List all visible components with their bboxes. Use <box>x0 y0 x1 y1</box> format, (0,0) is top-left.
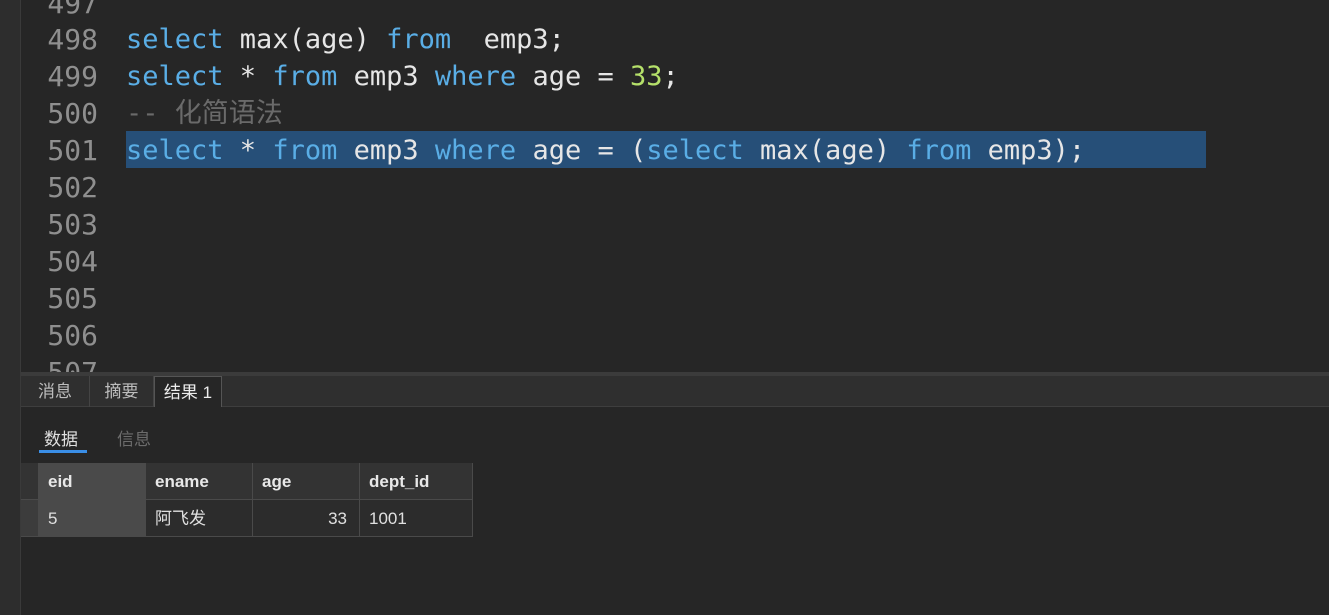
keyword: where <box>434 135 517 166</box>
column-header-dept-id[interactable]: dept_id <box>360 463 473 500</box>
left-panel-edge <box>0 0 21 615</box>
line-number: 497 <box>47 0 98 20</box>
keyword: from <box>386 24 452 55</box>
comment-text: -- 化简语法 <box>126 98 283 129</box>
keyword: from <box>906 135 972 166</box>
code-text: age = ( <box>516 135 647 166</box>
code-line-501[interactable]: select * from emp3 where age = (select m… <box>126 132 1085 169</box>
line-number: 506 <box>47 319 98 352</box>
row-header-corner <box>21 463 39 500</box>
sql-editor[interactable]: 497 498 499 500 501 502 503 504 505 506 … <box>21 0 1329 372</box>
keyword: where <box>434 61 517 92</box>
keyword: select <box>126 61 224 92</box>
cell-dept-id[interactable]: 1001 <box>360 500 473 537</box>
keyword: from <box>272 135 338 166</box>
code-text: max(age) <box>223 24 387 55</box>
column-header-ename[interactable]: ename <box>146 463 253 500</box>
keyword: from <box>272 61 338 92</box>
code-text: emp3; <box>451 24 565 55</box>
code-text: * <box>223 61 273 92</box>
code-line-500[interactable]: -- 化简语法 <box>126 95 283 132</box>
line-number: 505 <box>47 282 98 315</box>
code-text: ; <box>662 61 679 92</box>
subtab-data[interactable]: 数据 <box>44 425 78 450</box>
grid-header-row: eid ename age dept_id <box>21 463 473 500</box>
code-text: emp3); <box>971 135 1086 166</box>
result-tab-bar: 消息 摘要 结果 1 <box>21 376 1329 407</box>
keyword: select <box>126 135 224 166</box>
row-selector[interactable] <box>21 500 39 537</box>
line-number: 500 <box>47 97 98 130</box>
line-number: 504 <box>47 245 98 278</box>
keyword: select <box>646 135 744 166</box>
column-header-eid[interactable]: eid <box>39 463 146 500</box>
number-literal: 33 <box>629 61 663 92</box>
line-number: 503 <box>47 208 98 241</box>
keyword: select <box>126 24 224 55</box>
table-row[interactable]: 5 阿飞发 33 1001 <box>21 500 473 537</box>
tab-summary[interactable]: 摘要 <box>90 376 154 407</box>
line-number-gutter: 497 498 499 500 501 502 503 504 505 506 … <box>21 0 105 372</box>
code-line-498[interactable]: select max(age) from emp3; <box>126 21 565 58</box>
code-line-499[interactable]: select * from emp3 where age = 33; <box>126 58 679 95</box>
tab-messages[interactable]: 消息 <box>21 376 90 407</box>
code-text: * <box>223 135 273 166</box>
cell-ename[interactable]: 阿飞发 <box>146 500 253 537</box>
line-number: 507 <box>21 354 98 372</box>
code-text: emp3 <box>337 61 435 92</box>
result-subtabs: 数据 信息 <box>21 407 1329 463</box>
tab-result-1[interactable]: 结果 1 <box>154 376 222 407</box>
active-subtab-indicator <box>39 450 87 453</box>
code-text: age = <box>516 61 630 92</box>
cell-age[interactable]: 33 <box>253 500 360 537</box>
cell-eid[interactable]: 5 <box>39 500 146 537</box>
code-text: emp3 <box>337 135 435 166</box>
code-text: max(age) <box>743 135 907 166</box>
column-header-age[interactable]: age <box>253 463 360 500</box>
line-number: 502 <box>47 171 98 204</box>
line-number: 501 <box>47 134 98 167</box>
subtab-info[interactable]: 信息 <box>117 425 151 450</box>
line-number: 499 <box>47 60 98 93</box>
line-number: 498 <box>47 23 98 56</box>
